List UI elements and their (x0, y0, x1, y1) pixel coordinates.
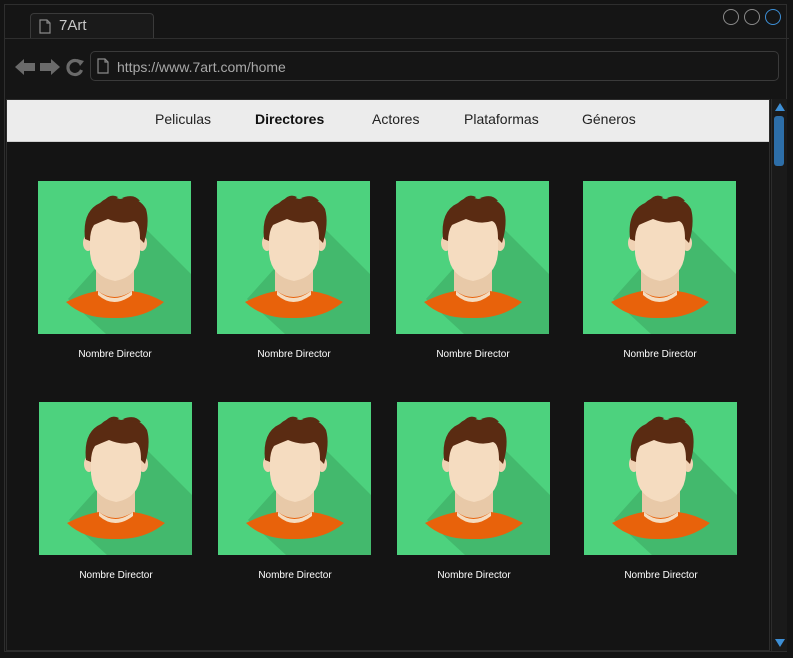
director-avatar[interactable] (39, 402, 192, 555)
url-text[interactable]: https://www.7art.com/home (117, 59, 286, 75)
maximize-button[interactable] (744, 9, 760, 25)
forward-arrow-icon[interactable] (39, 57, 61, 77)
director-avatar[interactable] (583, 181, 736, 334)
director-name[interactable]: Nombre Director (39, 570, 193, 581)
director-card[interactable]: Nombre Director (396, 181, 550, 371)
director-card[interactable]: Nombre Director (38, 181, 192, 371)
minimize-button[interactable] (723, 9, 739, 25)
director-name[interactable]: Nombre Director (583, 349, 737, 360)
director-avatar[interactable] (584, 402, 737, 555)
director-name[interactable]: Nombre Director (397, 570, 551, 581)
menu-item-generos[interactable]: Géneros (582, 111, 636, 127)
reload-icon[interactable] (65, 57, 85, 77)
director-card[interactable]: Nombre Director (397, 402, 551, 592)
director-name[interactable]: Nombre Director (38, 349, 192, 360)
vertical-scrollbar[interactable] (771, 99, 787, 651)
menu-item-actores[interactable]: Actores (372, 111, 419, 127)
director-avatar[interactable] (218, 402, 371, 555)
tab-title: 7Art (59, 17, 87, 34)
director-name[interactable]: Nombre Director (584, 570, 738, 581)
director-avatar[interactable] (397, 402, 550, 555)
director-card[interactable]: Nombre Director (218, 402, 372, 592)
address-bar[interactable]: https://www.7art.com/home (90, 51, 779, 81)
director-avatar[interactable] (38, 181, 191, 334)
page-icon (97, 58, 109, 74)
director-card[interactable]: Nombre Director (583, 181, 737, 371)
director-card[interactable]: Nombre Director (39, 402, 193, 592)
menu-item-peliculas[interactable]: Peliculas (155, 111, 211, 127)
director-card[interactable]: Nombre Director (584, 402, 738, 592)
top-menu: Peliculas Directores Actores Plataformas… (7, 100, 769, 142)
menu-item-plataformas[interactable]: Plataformas (464, 111, 539, 127)
scroll-up-arrow-icon[interactable] (774, 102, 786, 112)
tab-divider (4, 38, 789, 39)
director-name[interactable]: Nombre Director (396, 349, 550, 360)
director-avatar[interactable] (396, 181, 549, 334)
back-arrow-icon[interactable] (14, 57, 36, 77)
director-name[interactable]: Nombre Director (218, 570, 372, 581)
page-viewport: Peliculas Directores Actores Plataformas… (6, 99, 770, 651)
close-button[interactable] (765, 9, 781, 25)
document-icon (39, 19, 51, 34)
director-name[interactable]: Nombre Director (217, 349, 371, 360)
scrollbar-thumb[interactable] (774, 116, 784, 166)
scroll-down-arrow-icon[interactable] (774, 638, 786, 648)
director-avatar[interactable] (217, 181, 370, 334)
menu-item-directores[interactable]: Directores (255, 111, 324, 127)
browser-tab[interactable]: 7Art (30, 13, 154, 39)
director-card[interactable]: Nombre Director (217, 181, 371, 371)
